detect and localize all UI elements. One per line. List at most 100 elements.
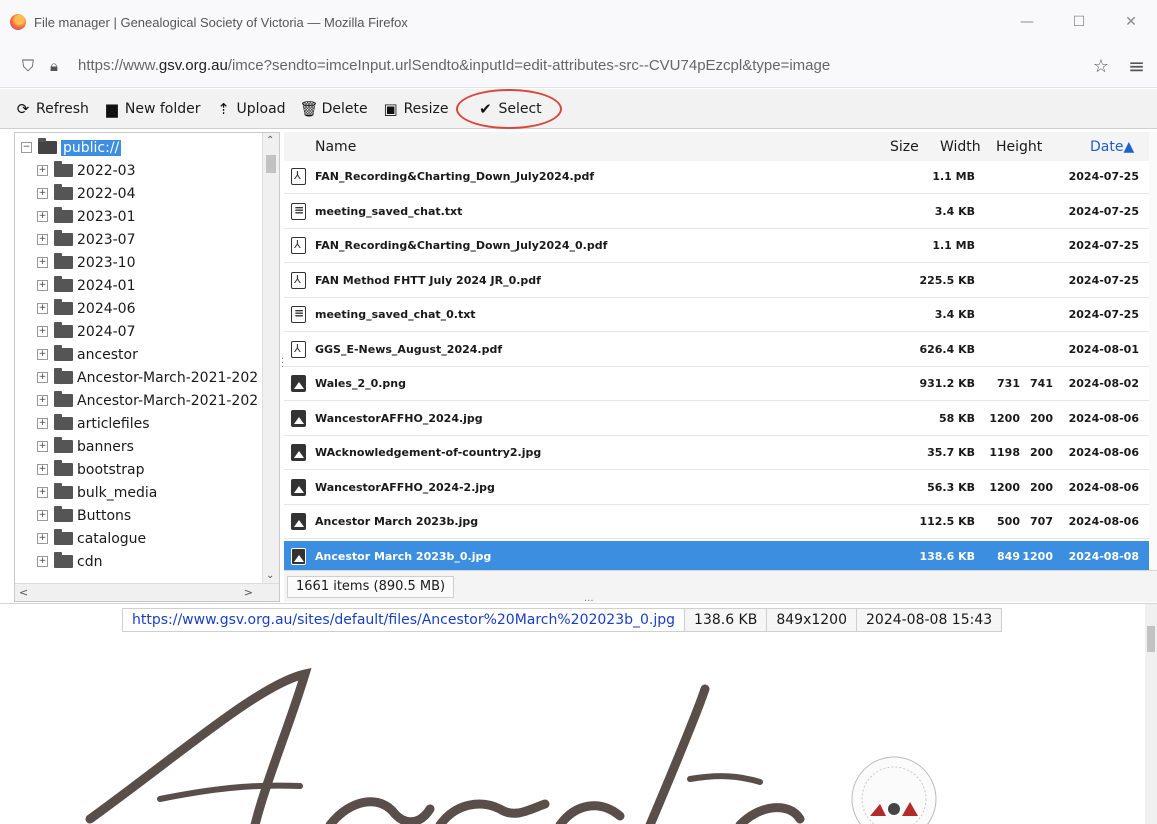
tree-folder-item[interactable]: +2024-01 [37,274,136,297]
tree-folder-item[interactable]: + articlefiles [37,412,150,435]
bookmark-star-icon[interactable]: ☆ [1093,56,1109,77]
close-button[interactable]: ✕ [1105,0,1157,44]
tree-folder-label: Ancestor-March-2021-202 [77,392,259,409]
folder-icon [54,161,73,177]
file-name: WancestorAFFHO_2024-2.jpg [315,480,495,494]
tree-folder-item[interactable]: +2023-10 [37,251,136,274]
file-row[interactable]: FAN_Recording&Charting_Down_July2024.pdf… [284,161,1149,194]
file-width: 1200 [989,480,1020,494]
resize-button[interactable]: ▣ Resize [382,95,448,123]
tree-folder-item[interactable]: +2023-07 [37,228,136,251]
lock-icon[interactable]: 🔒︎ [50,57,66,75]
file-row[interactable]: WancestorAFFHO_2024.jpg 58 KB 1200 200 2024-… [284,402,1149,436]
expand-icon[interactable]: + [37,349,48,360]
expand-icon[interactable]: + [37,326,48,337]
tracking-shield-icon[interactable]: ⛉ [22,56,38,75]
expand-icon[interactable]: + [37,487,48,498]
scroll-right-icon[interactable]: > [244,586,253,599]
column-name[interactable]: Name [315,139,356,155]
file-size: 58 KB [938,411,975,425]
column-width[interactable]: Width [940,139,981,155]
expand-icon[interactable]: + [37,441,48,452]
file-width: 500 [997,515,1020,528]
tree-folder-item[interactable]: +2022-03 [37,159,136,182]
expand-icon[interactable]: + [37,234,48,245]
tree-root-label: public:// [61,139,122,156]
file-row[interactable]: Ancestor March 2023b.jpg 112.5 KB 500 707 20… [284,506,1149,539]
minimize-button[interactable]: — [1001,0,1053,44]
tree-folder-item[interactable]: +2024-06 [37,297,136,320]
scroll-left-icon[interactable]: < [19,586,28,599]
tree-folder-item[interactable]: +2022-04 [37,182,136,205]
tree-horizontal-scrollbar[interactable]: < > [15,583,279,601]
folder-icon [54,207,73,223]
tree-folder-item[interactable]: +2023-01 [37,205,136,228]
url-text[interactable]: https://www.gsv.org.au/imce?sendto=imceI… [78,57,830,74]
expand-icon[interactable]: + [37,280,48,291]
tree-folder-item[interactable]: + bootstrap [37,458,145,481]
file-row[interactable]: Wales_2_0.png 931.2 KB 731 741 2024-08-02 [284,368,1149,401]
expand-icon[interactable]: + [37,372,48,383]
tree-scroll-thumb[interactable] [266,155,276,173]
tree-folder-item[interactable]: + cdn [37,550,102,573]
expand-icon[interactable]: + [37,211,48,222]
expand-icon[interactable]: + [37,165,48,176]
scroll-up-icon[interactable]: ⌃ [266,135,274,146]
column-height[interactable]: Height [996,139,1042,155]
delete-button[interactable]: 🗑︎ Delete [300,95,368,123]
expand-icon[interactable]: + [37,510,48,521]
expand-icon[interactable]: + [37,556,48,567]
tree-folder-item[interactable]: +2024-07 [37,320,136,343]
file-list-scrollbar[interactable] [1149,132,1157,572]
hamburger-menu-icon[interactable]: ≡ [1128,54,1145,78]
tree-folder-item[interactable]: + Ancestor-March-2021-202 [37,389,258,412]
folder-icon [54,529,73,545]
expand-icon[interactable]: + [37,303,48,314]
tree-folder-item[interactable]: + bulk_media [37,481,157,504]
column-date-sorted[interactable]: Date▲ [1090,139,1134,155]
file-width: 1200 [989,411,1020,425]
expand-icon[interactable]: + [37,533,48,544]
pdf-file-icon [291,271,306,289]
file-row[interactable]: WancestorAFFHO_2024-2.jpg 56.3 KB 1200 200 2… [284,471,1149,505]
file-size: 1.1 MB [932,170,975,183]
column-size[interactable]: Size [890,139,919,155]
window-title: File manager | Genealogical Society of V… [34,14,408,30]
refresh-button[interactable]: ⟳ Refresh [14,95,89,123]
tree-folder-item[interactable]: + Buttons [37,504,131,527]
trash-icon: 🗑︎ [299,99,319,118]
file-date: 2024-08-06 [1068,446,1139,459]
file-row[interactable]: FAN Method FHTT July 2024 JR_0.pdf 225.5 … [284,264,1149,298]
tree-vertical-scrollbar[interactable]: ⌃ ⌄ [262,133,279,583]
new-folder-button[interactable]: ▆ New folder [103,95,201,123]
refresh-label: Refresh [36,100,89,117]
maximize-button[interactable]: ☐ [1053,0,1105,44]
file-row[interactable]: meeting_saved_chat.txt 3.4 KB 2024-07-25 [284,195,1149,229]
file-row[interactable]: GGS_E-News_August_2024.pdf 626.4 KB 2024-0… [284,333,1149,367]
expand-icon[interactable]: + [37,188,48,199]
scroll-down-icon[interactable]: ⌄ [266,570,274,581]
collapse-icon[interactable]: − [21,142,32,153]
file-row[interactable]: FAN_Recording&Charting_Down_July2024_0.p… [284,230,1149,263]
upload-button[interactable]: ⇡ Upload [215,95,285,123]
new-folder-label: New folder [124,100,201,117]
tree-folder-label: bulk_media [77,484,158,501]
tree-folder-item[interactable]: + banners [37,435,134,458]
expand-icon[interactable]: + [37,464,48,475]
address-bar[interactable]: ⛉ 🔒︎ https://www.gsv.org.au/imce?sendto=… [0,44,1157,88]
expand-icon[interactable]: + [37,395,48,406]
tree-folder-item[interactable]: + catalogue [37,527,146,550]
file-date: 2024-08-01 [1068,342,1139,356]
expand-icon[interactable]: + [37,418,48,429]
tree-folder-item[interactable]: + ancestor [37,343,138,366]
file-row[interactable]: WAcknowledgement-of-country2.jpg 35.7 KB 1… [284,437,1149,470]
file-row-selected[interactable]: Ancestor March 2023b_0.jpg 138.6 KB 849 120… [284,540,1149,574]
file-row[interactable]: meeting_saved_chat_0.txt 3.4 KB 2024-07-25 [284,299,1149,332]
pdf-file-icon [291,168,306,185]
select-button[interactable]: ✔ Select [456,88,562,129]
preview-scrollbar[interactable] [1145,604,1157,824]
preview-scroll-thumb[interactable] [1147,626,1155,652]
tree-root[interactable]: − public:// [21,136,122,159]
tree-folder-item[interactable]: + Ancestor-March-2021-202 [37,366,258,389]
expand-icon[interactable]: + [37,257,48,268]
